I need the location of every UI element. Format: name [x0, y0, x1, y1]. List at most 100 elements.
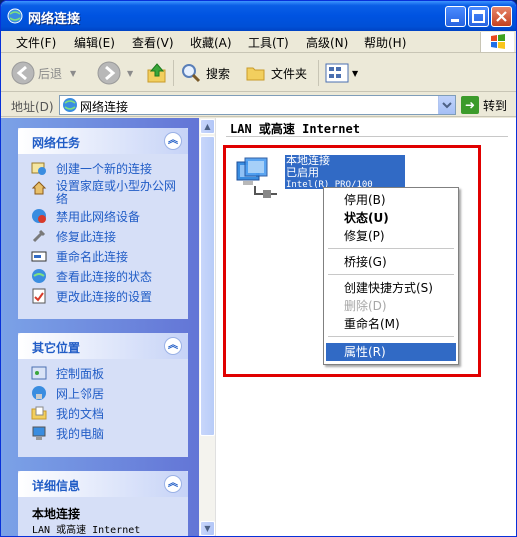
- task-repair-connection[interactable]: 修复此连接: [18, 226, 188, 246]
- search-button[interactable]: 搜索: [179, 60, 230, 86]
- go-button[interactable]: ➜ 转到: [461, 96, 507, 114]
- toolbar-separator: [318, 60, 319, 86]
- views-icon: [325, 63, 349, 83]
- address-dropdown-button[interactable]: [438, 96, 455, 114]
- explorer-window: 网络连接 文件(F) 编辑(E) 查看(V) 收藏(A) 工具(T) 高级(N)…: [0, 0, 517, 537]
- task-label: 修复此连接: [56, 230, 117, 244]
- menu-edit[interactable]: 编辑(E): [74, 34, 115, 51]
- menu-item-rename[interactable]: 重命名(M): [326, 315, 456, 333]
- place-label: 我的文档: [56, 407, 105, 421]
- task-setup-home-network[interactable]: 设置家庭或小型办公网络: [18, 178, 188, 206]
- chevron-down-icon: [442, 102, 452, 109]
- menu-item-repair[interactable]: 修复(P): [326, 227, 456, 245]
- local-connection-icon[interactable]: [233, 156, 283, 200]
- back-dropdown-icon[interactable]: ▼: [70, 69, 76, 78]
- menu-help[interactable]: 帮助(H): [364, 34, 406, 51]
- menu-item-status[interactable]: 状态(U): [326, 209, 456, 227]
- content-pane: ▲ ▼ LAN 或高速 Internet 本地连接 已启用 Intel(R) P…: [199, 118, 516, 536]
- forward-dropdown-icon[interactable]: ▼: [127, 69, 133, 78]
- minimize-button[interactable]: [445, 6, 466, 27]
- address-value: 网络连接: [80, 100, 129, 114]
- details-panel: 详细信息 ︽ 本地连接 LAN 或高速 Internet: [18, 471, 188, 536]
- task-pane: 网络任务 ︽ 创建一个新的连接 设置家庭或小型办公网络 禁用此网络设备 修复此连…: [1, 118, 199, 536]
- task-label: 设置家庭或小型办公网络: [56, 179, 177, 206]
- menu-item-create-shortcut[interactable]: 创建快捷方式(S): [326, 279, 456, 297]
- collapse-icon[interactable]: ︽: [164, 337, 182, 355]
- control-panel-icon: [31, 366, 47, 380]
- local-connection-label[interactable]: 本地连接 已启用 Intel(R) PRO/100: [285, 155, 405, 190]
- minimize-icon: [451, 19, 459, 22]
- back-arrow-icon: [11, 61, 35, 85]
- menu-favorites[interactable]: 收藏(A): [190, 34, 232, 51]
- network-tasks-title: 网络任务: [32, 136, 81, 150]
- group-divider: [226, 136, 508, 137]
- menu-file[interactable]: 文件(F): [16, 34, 56, 51]
- address-label: 地址(D): [11, 100, 54, 114]
- task-rename-connection[interactable]: 重命名此连接: [18, 246, 188, 266]
- menu-item-bridge[interactable]: 桥接(G): [326, 253, 456, 271]
- task-label: 查看此连接的状态: [56, 270, 153, 284]
- menu-separator: [328, 336, 454, 337]
- place-my-computer[interactable]: 我的电脑: [18, 423, 188, 443]
- go-label: 转到: [483, 98, 508, 113]
- windows-logo-icon: [480, 32, 514, 52]
- menu-tools[interactable]: 工具(T): [248, 34, 289, 51]
- details-header[interactable]: 详细信息 ︽: [18, 471, 188, 497]
- network-connections-icon: [63, 98, 77, 112]
- connection-status: 已启用: [286, 167, 319, 179]
- views-button[interactable]: ▼: [324, 60, 358, 86]
- close-icon: [496, 11, 507, 22]
- place-network-neighborhood[interactable]: 网上邻居: [18, 383, 188, 403]
- network-tasks-header[interactable]: 网络任务 ︽: [18, 128, 188, 154]
- place-my-documents[interactable]: 我的文档: [18, 403, 188, 423]
- address-input[interactable]: 网络连接: [59, 95, 456, 115]
- folders-button[interactable]: 文件夹: [244, 60, 307, 86]
- menu-view[interactable]: 查看(V): [132, 34, 174, 51]
- task-label: 创建一个新的连接: [56, 162, 153, 176]
- go-arrow-icon: ➜: [461, 96, 479, 114]
- task-create-connection[interactable]: 创建一个新的连接: [18, 158, 188, 178]
- maximize-icon: [472, 10, 485, 23]
- task-label: 重命名此连接: [56, 250, 129, 264]
- task-view-status[interactable]: 查看此连接的状态: [18, 266, 188, 286]
- scroll-down-icon[interactable]: ▼: [200, 521, 215, 536]
- folders-label: 文件夹: [271, 66, 308, 81]
- menu-advanced[interactable]: 高级(N): [306, 34, 348, 51]
- back-button[interactable]: 后退 ▼: [11, 60, 76, 86]
- close-button[interactable]: [491, 6, 512, 27]
- scroll-thumb[interactable]: [200, 136, 215, 436]
- views-dropdown-icon[interactable]: ▼: [352, 69, 358, 78]
- forward-button[interactable]: ▼: [97, 60, 133, 86]
- back-label: 后退: [38, 66, 63, 81]
- task-disable-device[interactable]: 禁用此网络设备: [18, 206, 188, 226]
- collapse-icon[interactable]: ︽: [164, 475, 182, 493]
- connection-name: 本地连接: [286, 155, 330, 167]
- menu-separator: [328, 248, 454, 249]
- place-label: 控制面板: [56, 367, 105, 381]
- up-folder-icon: [147, 63, 166, 83]
- home-network-icon: [31, 181, 47, 195]
- other-places-header[interactable]: 其它位置 ︽: [18, 333, 188, 359]
- disable-device-icon: [32, 209, 46, 223]
- title-bar[interactable]: 网络连接: [1, 1, 516, 31]
- forward-arrow-icon: [97, 61, 121, 85]
- toolbar-separator: [173, 60, 174, 86]
- menu-separator: [328, 274, 454, 275]
- menu-item-disable[interactable]: 停用(B): [326, 191, 456, 209]
- folders-icon: [246, 67, 265, 81]
- task-change-settings[interactable]: 更改此连接的设置: [18, 286, 188, 306]
- up-folder-button[interactable]: [145, 60, 169, 86]
- maximize-button[interactable]: [468, 6, 489, 27]
- vertical-scrollbar[interactable]: ▲ ▼: [199, 118, 216, 536]
- window-title: 网络连接: [28, 12, 81, 27]
- place-control-panel[interactable]: 控制面板: [18, 363, 188, 383]
- menu-item-delete: 删除(D): [344, 299, 387, 313]
- status-icon: [32, 269, 46, 283]
- collapse-icon[interactable]: ︽: [164, 132, 182, 150]
- search-label: 搜索: [206, 66, 231, 81]
- place-label: 我的电脑: [56, 427, 105, 441]
- other-places-panel: 其它位置 ︽ 控制面板 网上邻居 我的文档 我的电脑: [18, 333, 188, 457]
- scroll-up-icon[interactable]: ▲: [200, 119, 215, 134]
- menu-item-properties[interactable]: 属性(R): [326, 343, 456, 361]
- task-label: 更改此连接的设置: [56, 290, 153, 304]
